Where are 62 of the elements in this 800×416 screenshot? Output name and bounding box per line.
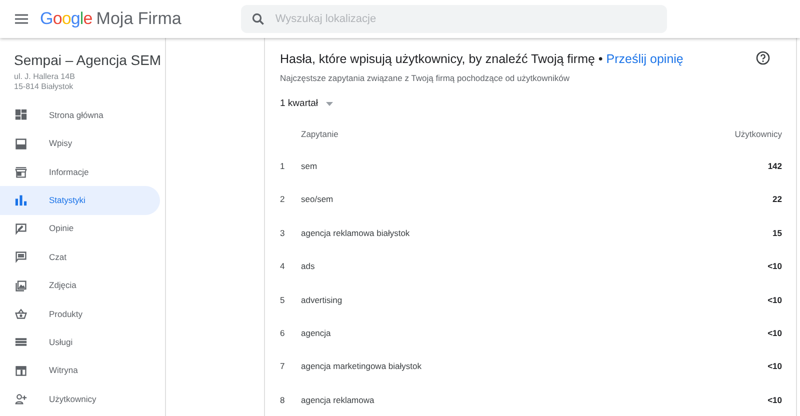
user-count-cell: 22 [772,193,782,206]
sidebar-item[interactable]: Opinie [0,214,160,243]
dashboard-icon [15,109,27,122]
card-title: Hasła, które wpisują użytkownicy, by znaleźć Twoją firmę • Prześlij opinię [280,51,684,68]
list-icon [15,336,27,348]
user-count-cell: <10 [768,260,782,273]
sidebar-item[interactable]: Czat [0,242,160,272]
bar-chart-icon [15,194,27,206]
help-icon[interactable] [756,51,770,65]
sidebar-item[interactable]: Strona główna [0,101,160,130]
photos-icon [15,280,27,292]
feedback-link[interactable]: Prześlij opinię [606,52,684,66]
row-number: 7 [280,360,286,374]
query-cell-text: agencja [301,327,332,340]
user-count-cell: 142 [768,160,782,173]
user-count-cell: <10 [768,327,782,340]
query-cell-text: advertising [301,294,344,306]
browser-window-icon [15,364,27,377]
query-cell-text: ads [301,260,316,273]
card-subtitle: Najczęstsze zapytania związane z Twoją firmą pochodzące od użytkowników [280,72,570,84]
address-line: ul. J. Hallera 14B [14,72,75,82]
posts-icon [15,138,27,150]
sidebar-item[interactable]: Zdjęcia [0,271,160,300]
search-icon [252,13,264,25]
query-cell-text: sem [301,160,318,173]
add-user-icon [15,393,27,406]
caret-icon [326,102,334,106]
row-number: 4 [280,260,286,273]
address-line: 15-814 Białystok [14,82,74,92]
sidebar-item[interactable]: Statystyki [0,186,160,215]
sidebar-item[interactable]: Informacje [0,158,160,186]
query-cell-text: agencja marketingowa białystok [301,360,422,374]
search-field[interactable]: Wyszukaj lokalizacje [241,5,668,33]
sidebar-item[interactable]: Usługi [0,328,160,357]
row-number: 8 [280,394,286,407]
column-header: Użytkownicy [734,128,782,142]
user-count-cell: <10 [768,360,782,374]
column-header: Zapytanie [301,128,338,142]
storefront-icon [15,166,27,178]
row-number: 2 [280,193,286,206]
sidebar-item[interactable]: Wpisy [0,129,160,158]
business-name: Sempai – Agencja SEM [14,51,162,70]
sidebar-item[interactable]: Użytkownicy [0,384,160,414]
row-number: 5 [280,294,286,306]
product-name: Moja Firma [96,8,182,30]
user-count-cell: 15 [772,226,782,240]
row-number: 6 [280,327,286,340]
logo: Google [40,8,92,30]
query-cell-text: agencja reklamowa [301,394,376,407]
query-cell-text: agencja reklamowa białystok [301,226,411,240]
basket-icon [15,308,27,320]
user-count-cell: <10 [768,294,782,306]
review-icon [15,222,27,235]
period-dropdown[interactable]: 1 kwartał [280,96,334,111]
query-cell-text: seo/sem [301,193,334,206]
menu-icon[interactable] [15,14,28,24]
row-number: 1 [280,160,286,173]
sidebar-item[interactable]: Produkty [0,300,160,328]
sidebar-item[interactable]: Witryna [0,356,160,385]
user-count-cell: <10 [768,394,782,407]
row-number: 3 [280,226,286,240]
chat-icon [15,251,27,264]
